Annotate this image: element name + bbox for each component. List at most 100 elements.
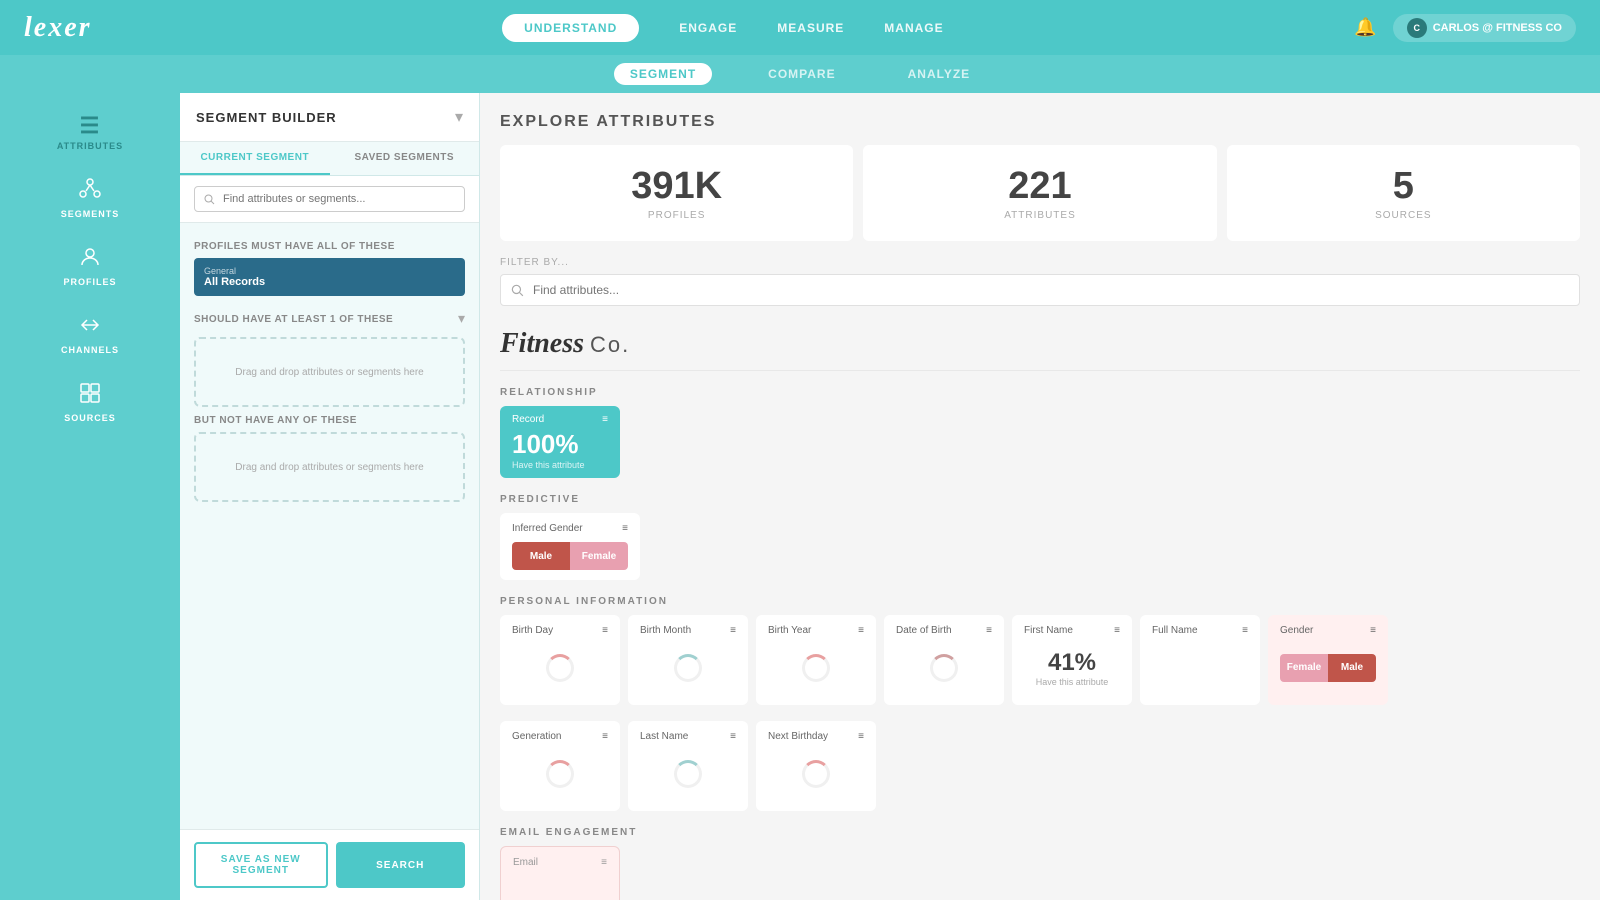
birth-month-card[interactable]: Birth Month ≡ — [628, 615, 748, 705]
gender-card[interactable]: Gender ≡ Female Male — [1268, 615, 1388, 705]
birth-year-menu-icon[interactable]: ≡ — [858, 625, 864, 636]
segment-builder-panel: SEGMENT BUILDER ▾ CURRENT SEGMENT SAVED … — [180, 93, 480, 900]
record-card-header: Record ≡ — [512, 414, 608, 425]
relationship-heading: RELATIONSHIP — [500, 387, 1580, 398]
birth-day-card[interactable]: Birth Day ≡ — [500, 615, 620, 705]
but-not-drop-zone: Drag and drop attributes or segments her… — [194, 432, 465, 502]
gender-body: Female Male — [1280, 636, 1376, 695]
next-birthday-menu-icon[interactable]: ≡ — [858, 731, 864, 742]
should-have-chevron-icon[interactable]: ▾ — [458, 310, 465, 327]
manage-link[interactable]: MANAGE — [884, 21, 943, 35]
measure-link[interactable]: MEASURE — [777, 21, 844, 35]
birth-year-body — [768, 636, 864, 695]
stat-profiles: 391K PROFILES — [500, 145, 853, 241]
birth-day-menu-icon[interactable]: ≡ — [602, 625, 608, 636]
must-have-tag-title: General — [204, 266, 455, 276]
segment-search-input[interactable] — [194, 186, 465, 212]
sidebar-item-segments[interactable]: SEGMENTS — [0, 165, 180, 231]
birth-day-header: Birth Day ≡ — [512, 625, 608, 636]
user-label: CARLOS @ FITNESS CO — [1433, 22, 1562, 34]
last-name-menu-icon[interactable]: ≡ — [730, 731, 736, 742]
channels-icon — [78, 313, 102, 341]
sources-label: SOURCES — [1247, 210, 1560, 221]
engage-link[interactable]: ENGAGE — [679, 21, 737, 35]
understand-button[interactable]: UNDERSTAND — [502, 14, 639, 42]
first-name-sublabel: Have this attribute — [1036, 677, 1109, 687]
last-name-body — [640, 742, 736, 801]
first-name-percent: 41% — [1048, 649, 1096, 677]
email-menu-icon[interactable]: ≡ — [601, 857, 607, 868]
inferred-gender-card[interactable]: Inferred Gender ≡ Male Female — [500, 513, 640, 580]
main-content: EXPLORE ATTRIBUTES 391K PROFILES 221 ATT… — [480, 93, 1600, 900]
sources-icon — [78, 381, 102, 409]
profiles-count: 391K — [520, 165, 833, 208]
predictive-cards: Inferred Gender ≡ Male Female — [500, 513, 1580, 580]
date-of-birth-card[interactable]: Date of Birth ≡ — [884, 615, 1004, 705]
brand-sans: Co. — [590, 332, 630, 358]
notification-bell-icon[interactable]: 🔔 — [1354, 17, 1376, 38]
sources-count: 5 — [1247, 165, 1560, 208]
tab-compare[interactable]: COMPARE — [752, 63, 851, 85]
generation-header: Generation ≡ — [512, 731, 608, 742]
sidebar-label-attributes: ATTRIBUTES — [57, 141, 123, 151]
tab-analyze[interactable]: ANALYZE — [892, 63, 987, 85]
date-of-birth-menu-icon[interactable]: ≡ — [986, 625, 992, 636]
should-have-label: SHOULD HAVE AT LEAST 1 OF THESE — [194, 314, 393, 325]
search-button[interactable]: SEARCH — [336, 842, 466, 888]
segment-header: SEGMENT BUILDER ▾ — [180, 93, 479, 142]
last-name-card[interactable]: Last Name ≡ — [628, 721, 748, 811]
birth-day-spinner — [546, 654, 574, 682]
relationship-cards: Record ≡ 100% Have this attribute — [500, 406, 1580, 478]
search-icon — [510, 283, 524, 297]
segment-builder-title: SEGMENT BUILDER — [196, 110, 337, 125]
logo-text: lexer — [24, 12, 92, 43]
birth-month-body — [640, 636, 736, 695]
brand-script: Fitness — [500, 328, 584, 360]
sidebar-item-sources[interactable]: SOURCES — [0, 369, 180, 435]
but-not-section: BUT NOT HAVE ANY OF THESE Drag and drop … — [194, 415, 465, 502]
birth-month-menu-icon[interactable]: ≡ — [730, 625, 736, 636]
next-birthday-label: Next Birthday — [768, 731, 828, 742]
sidebar-item-profiles[interactable]: PROFILES — [0, 233, 180, 299]
first-name-menu-icon[interactable]: ≡ — [1114, 625, 1120, 636]
full-name-menu-icon[interactable]: ≡ — [1242, 625, 1248, 636]
stat-attributes: 221 ATTRIBUTES — [863, 145, 1216, 241]
sidebar-item-channels[interactable]: CHANNELS — [0, 301, 180, 367]
first-name-card[interactable]: First Name ≡ 41% Have this attribute — [1012, 615, 1132, 705]
tab-current-segment[interactable]: CURRENT SEGMENT — [180, 142, 330, 175]
birth-year-card[interactable]: Birth Year ≡ — [756, 615, 876, 705]
gender-menu-icon[interactable]: ≡ — [1370, 625, 1376, 636]
last-name-label: Last Name — [640, 731, 688, 742]
gender-label: Gender — [1280, 625, 1313, 636]
sidebar-item-attributes[interactable]: ☰ ATTRIBUTES — [0, 103, 180, 163]
full-name-header: Full Name ≡ — [1152, 625, 1248, 636]
email-card[interactable]: Email ≡ — [500, 846, 620, 900]
full-name-card[interactable]: Full Name ≡ — [1140, 615, 1260, 705]
generation-spinner — [546, 760, 574, 788]
inferred-menu-icon[interactable]: ≡ — [622, 523, 628, 534]
generation-body — [512, 742, 608, 801]
record-card[interactable]: Record ≡ 100% Have this attribute — [500, 406, 620, 478]
birth-year-spinner — [802, 654, 830, 682]
filter-attributes-input[interactable] — [500, 274, 1580, 306]
user-badge[interactable]: C CARLOS @ FITNESS CO — [1393, 14, 1576, 42]
chevron-down-icon[interactable]: ▾ — [455, 107, 463, 127]
record-menu-icon[interactable]: ≡ — [602, 414, 608, 425]
inferred-gender-label: Inferred Gender — [512, 523, 583, 534]
but-not-label: BUT NOT HAVE ANY OF THESE — [194, 415, 465, 426]
save-as-new-segment-button[interactable]: SAVE AS NEW SEGMENT — [194, 842, 328, 888]
tab-saved-segments[interactable]: SAVED SEGMENTS — [330, 142, 480, 175]
sub-navigation: SEGMENT COMPARE ANALYZE — [0, 55, 1600, 93]
filter-input-wrap — [500, 274, 1580, 306]
generation-card[interactable]: Generation ≡ — [500, 721, 620, 811]
gender-female-bar: Female — [1280, 654, 1328, 682]
should-have-drop-zone: Drag and drop attributes or segments her… — [194, 337, 465, 407]
nav-right: 🔔 C CARLOS @ FITNESS CO — [1354, 14, 1576, 42]
first-name-body: 41% Have this attribute — [1024, 636, 1120, 695]
avatar: C — [1407, 18, 1427, 38]
should-have-section: SHOULD HAVE AT LEAST 1 OF THESE ▾ Drag a… — [194, 306, 465, 407]
predictive-heading: PREDICTIVE — [500, 494, 1580, 505]
generation-menu-icon[interactable]: ≡ — [602, 731, 608, 742]
tab-segment[interactable]: SEGMENT — [614, 63, 712, 85]
next-birthday-card[interactable]: Next Birthday ≡ — [756, 721, 876, 811]
